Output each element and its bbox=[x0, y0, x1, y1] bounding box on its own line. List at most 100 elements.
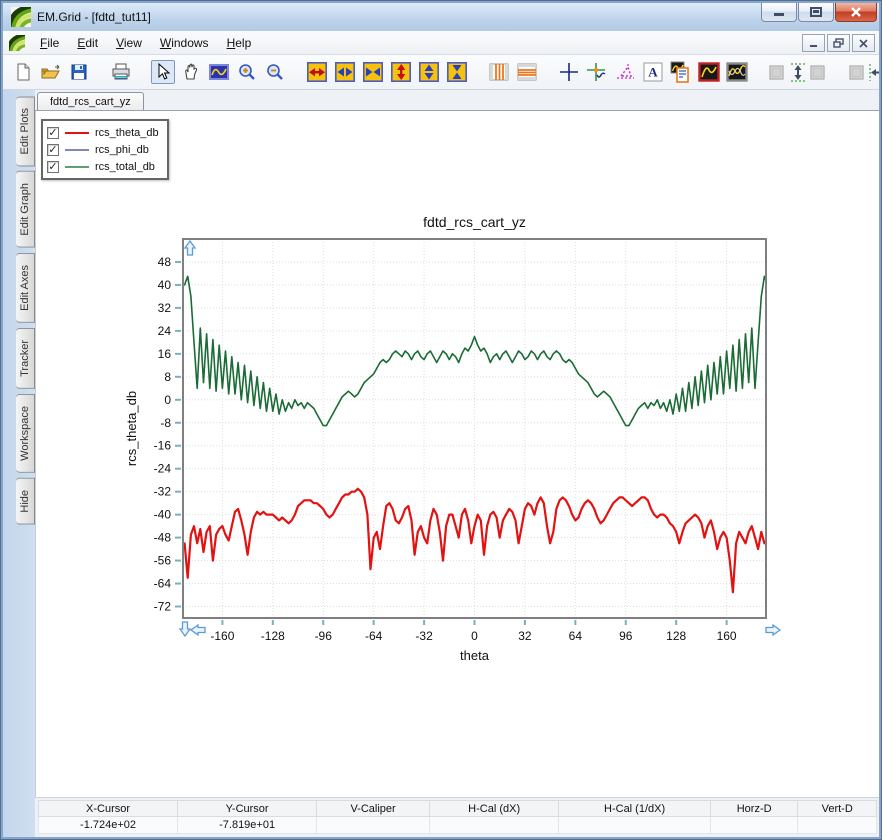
y-tick-label: -16 bbox=[154, 439, 172, 453]
y-tick-label: -56 bbox=[154, 554, 172, 568]
menu-help[interactable]: Help bbox=[218, 33, 261, 53]
stretch-x-button[interactable] bbox=[333, 60, 357, 84]
plot-properties-button[interactable] bbox=[669, 60, 693, 84]
zoom-in-icon bbox=[239, 64, 255, 80]
all-plots-button[interactable] bbox=[725, 60, 749, 84]
minimize-button[interactable] bbox=[761, 3, 797, 22]
y-tick-label: 16 bbox=[158, 347, 172, 361]
menu-file[interactable]: File bbox=[31, 33, 68, 53]
pan-hand-icon bbox=[185, 63, 198, 80]
x-tick-label: 64 bbox=[569, 629, 583, 643]
fit-vertical-toggle[interactable] bbox=[767, 60, 829, 84]
status-value bbox=[709, 816, 799, 834]
y-axis-label: rcs_theta_db bbox=[124, 391, 139, 466]
axis-pan-up-handle[interactable] bbox=[183, 239, 197, 256]
menu-view[interactable]: View bbox=[107, 33, 151, 53]
expand-x-button[interactable] bbox=[305, 60, 329, 84]
x-tick-label: 96 bbox=[619, 629, 633, 643]
close-button[interactable] bbox=[835, 3, 877, 22]
x-axis-label: theta bbox=[460, 648, 490, 663]
mdi-window-buttons bbox=[800, 34, 875, 52]
horizontal-grid-button[interactable] bbox=[515, 60, 539, 84]
svg-text:A: A bbox=[648, 65, 658, 80]
y-tick-label: 8 bbox=[164, 370, 171, 384]
text-annotation-icon: A bbox=[643, 62, 663, 82]
zoom-in-button[interactable] bbox=[235, 60, 259, 84]
mdi-minimize-button[interactable] bbox=[802, 34, 825, 52]
compress-x-button[interactable] bbox=[361, 60, 385, 84]
menu-bar: File Edit View Windows Help bbox=[3, 31, 879, 55]
cursor-status-bar: X-Cursor Y-Cursor V-Caliper H-Cal (dX) H-Cal… bbox=[35, 797, 879, 837]
menu-windows[interactable]: Windows bbox=[151, 33, 218, 53]
sidebar-tab-edit-axes[interactable]: Edit Axes bbox=[16, 253, 35, 323]
legend-item: ✓ rcs_phi_db bbox=[47, 141, 159, 158]
status-column-x-cursor: X-Cursor bbox=[37, 800, 179, 817]
plot-legend: ✓ rcs_theta_db ✓ rcs_phi_db ✓ rcs_total_db bbox=[41, 119, 169, 180]
legend-label: rcs_phi_db bbox=[95, 143, 149, 156]
series-rcs_total_db bbox=[183, 275, 766, 427]
fit-horizontal-icon bbox=[849, 64, 879, 81]
print-button[interactable] bbox=[109, 60, 133, 84]
axis-pan-left-handle[interactable] bbox=[189, 623, 206, 637]
status-value: -1.724e+02 bbox=[37, 816, 179, 834]
title-bar[interactable]: EM.Grid - [fdtd_tut11] bbox=[3, 3, 879, 31]
document-tab-bar: fdtd_rcs_cart_yz bbox=[35, 90, 879, 111]
caliper-button[interactable] bbox=[613, 60, 637, 84]
compress-y-button[interactable] bbox=[445, 60, 469, 84]
y-tick-label: -40 bbox=[154, 508, 172, 522]
status-value bbox=[429, 816, 560, 834]
plot-document-area[interactable]: ✓ rcs_theta_db ✓ rcs_phi_db ✓ rcs_total_db fd… bbox=[35, 111, 879, 797]
series-rcs_theta_db bbox=[183, 487, 766, 594]
expand-y-button[interactable] bbox=[389, 60, 413, 84]
sidebar-tab-edit-plots[interactable]: Edit Plots bbox=[16, 96, 35, 167]
status-column-vert-d: Vert-D bbox=[797, 800, 877, 817]
caliper-triangle-icon bbox=[617, 64, 634, 79]
y-tick-label: -8 bbox=[160, 416, 171, 430]
status-column-v-caliper: V-Caliper bbox=[316, 800, 431, 817]
y-tick-label: 24 bbox=[158, 324, 172, 338]
status-value: -7.819e+01 bbox=[177, 816, 318, 834]
restore-button[interactable] bbox=[798, 3, 834, 22]
mdi-minimize-icon bbox=[809, 44, 817, 47]
sidebar-tab-workspace[interactable]: Workspace bbox=[16, 393, 35, 473]
active-plot-button[interactable] bbox=[697, 60, 721, 84]
open-file-button[interactable] bbox=[39, 60, 63, 84]
y-tick-label: -24 bbox=[154, 462, 172, 476]
crosshair-button[interactable] bbox=[557, 60, 581, 84]
vertical-grid-button[interactable] bbox=[487, 60, 511, 84]
legend-item: ✓ rcs_theta_db bbox=[47, 124, 159, 141]
app-logo-icon bbox=[11, 7, 31, 27]
chart[interactable]: fdtd_rcs_cart_yz-160 -128 -96 -64 -32 0 32 64 96… bbox=[120, 211, 830, 673]
axis-pan-down-handle[interactable] bbox=[178, 621, 192, 638]
pan-tool-button[interactable] bbox=[179, 60, 203, 84]
new-document-button[interactable] bbox=[11, 60, 35, 84]
text-annotation-button[interactable]: A bbox=[641, 60, 665, 84]
save-button[interactable] bbox=[67, 60, 91, 84]
fit-horizontal-toggle[interactable] bbox=[847, 60, 879, 84]
close-icon bbox=[851, 7, 861, 17]
select-tool-button[interactable] bbox=[151, 60, 175, 84]
document-tab[interactable]: fdtd_rcs_cart_yz bbox=[37, 92, 144, 110]
status-value bbox=[316, 816, 431, 834]
all-plots-icon bbox=[726, 62, 748, 82]
legend-checkbox[interactable]: ✓ bbox=[47, 126, 59, 139]
tracker-button[interactable] bbox=[585, 60, 609, 84]
sidebar-tab-hide[interactable]: Hide bbox=[16, 477, 35, 525]
expand-y-red-icon bbox=[391, 62, 411, 82]
menu-edit[interactable]: Edit bbox=[68, 33, 107, 53]
mdi-close-button[interactable] bbox=[852, 34, 875, 52]
plot-zoom-button[interactable] bbox=[207, 60, 231, 84]
sidebar-tab-tracker[interactable]: Tracker bbox=[16, 327, 35, 389]
mdi-restore-button[interactable] bbox=[827, 34, 850, 52]
legend-checkbox[interactable]: ✓ bbox=[47, 143, 59, 156]
toolbar: A bbox=[3, 55, 879, 90]
stretch-x-blue-icon bbox=[335, 62, 355, 82]
stretch-y-button[interactable] bbox=[417, 60, 441, 84]
legend-line-sample bbox=[65, 148, 89, 151]
compress-y-blue-icon bbox=[447, 62, 467, 82]
zoom-out-button[interactable] bbox=[263, 60, 287, 84]
sidebar-tab-edit-graph[interactable]: Edit Graph bbox=[16, 171, 35, 249]
axis-pan-right-handle[interactable] bbox=[765, 623, 782, 637]
legend-checkbox[interactable]: ✓ bbox=[47, 160, 59, 173]
x-tick-label: 32 bbox=[518, 629, 532, 643]
